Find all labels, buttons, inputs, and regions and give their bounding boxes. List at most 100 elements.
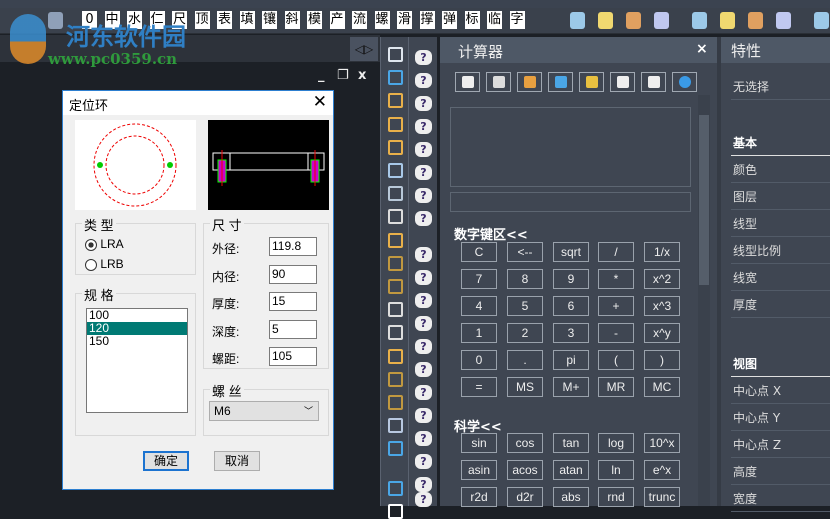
- spec-listbox[interactable]: 100 120 150: [86, 308, 188, 413]
- draw-order2-icon[interactable]: [388, 504, 403, 519]
- calc-key-M+[interactable]: M+: [553, 377, 589, 397]
- calc-key-atan[interactable]: atan: [553, 460, 589, 480]
- explode-icon[interactable]: [388, 418, 403, 434]
- calc-key-8[interactable]: 8: [507, 269, 543, 289]
- calc-key-=[interactable]: =: [461, 377, 497, 397]
- calculator-close-button[interactable]: ×: [696, 41, 708, 57]
- unknown-command-icon[interactable]: ?: [415, 211, 432, 226]
- property-row[interactable]: 线宽: [731, 264, 830, 291]
- toolbar-button-14[interactable]: 滑: [397, 11, 412, 29]
- calc-key-rnd[interactable]: rnd: [598, 487, 634, 507]
- property-row[interactable]: 宽度: [731, 485, 830, 512]
- unknown-command-icon[interactable]: ?: [415, 454, 432, 469]
- calc-key-)[interactable]: ): [644, 350, 680, 370]
- property-row[interactable]: 线型: [731, 210, 830, 237]
- calc-key-x^y[interactable]: x^y: [644, 323, 680, 343]
- copy-icon[interactable]: [388, 70, 403, 86]
- property-row[interactable]: 高度: [731, 458, 830, 485]
- offset-icon[interactable]: [388, 116, 403, 132]
- unknown-command-icon[interactable]: ?: [415, 73, 432, 88]
- angle-icon[interactable]: [610, 72, 635, 92]
- property-row[interactable]: 中心点 Z: [731, 431, 830, 458]
- calc-key-<--[interactable]: <--: [507, 242, 543, 262]
- size-field-input[interactable]: 5: [269, 319, 317, 339]
- bulb-yellow-icon[interactable]: [598, 12, 613, 29]
- calc-key-1/x[interactable]: 1/x: [644, 242, 680, 262]
- calc-key-ln[interactable]: ln: [598, 460, 634, 480]
- toolbar-button-17[interactable]: 标: [464, 11, 480, 29]
- toolbar-button-2[interactable]: 水: [127, 11, 142, 29]
- clear-icon[interactable]: [455, 72, 480, 92]
- toolbar-button-0[interactable]: 0: [82, 11, 97, 29]
- intersect-icon[interactable]: [641, 72, 666, 92]
- layers-icon[interactable]: [48, 12, 63, 29]
- draw-order-icon[interactable]: [388, 481, 403, 496]
- stretch-icon[interactable]: [388, 232, 403, 248]
- calc-key-abs[interactable]: abs: [553, 487, 589, 507]
- calc-key-.[interactable]: .: [507, 350, 543, 370]
- toolbar-button-13[interactable]: 螺: [374, 11, 390, 29]
- calc-key-asin[interactable]: asin: [461, 460, 497, 480]
- unknown-command-icon[interactable]: ?: [415, 293, 432, 308]
- dialog-close-button[interactable]: ✕: [313, 92, 327, 112]
- bulb-icon[interactable]: [570, 12, 585, 29]
- calculator-scroll-thumb[interactable]: [699, 115, 709, 285]
- fillet-icon[interactable]: [388, 395, 403, 410]
- panel-collapse-arrows[interactable]: ◁▷: [350, 37, 378, 61]
- ok-button[interactable]: 确定: [143, 451, 189, 471]
- attach-icon[interactable]: [720, 12, 735, 29]
- size-field-input[interactable]: 105: [269, 347, 317, 366]
- calc-key-MC[interactable]: MC: [644, 377, 680, 397]
- array-icon[interactable]: [388, 139, 403, 155]
- unknown-command-icon[interactable]: ?: [415, 316, 432, 331]
- calc-key-log[interactable]: log: [598, 433, 634, 453]
- pair-icon[interactable]: [748, 12, 763, 29]
- property-row[interactable]: 颜色: [731, 156, 830, 183]
- toolbar-button-9[interactable]: 斜: [284, 11, 300, 29]
- property-row[interactable]: 中心点 Y: [731, 404, 830, 431]
- mirror-icon[interactable]: [388, 93, 403, 109]
- unknown-command-icon[interactable]: ?: [415, 96, 432, 111]
- calc-key-pi[interactable]: pi: [553, 350, 589, 370]
- calc-key-acos[interactable]: acos: [507, 460, 543, 480]
- unknown-command-icon[interactable]: ?: [415, 431, 432, 446]
- unknown-command-icon[interactable]: ?: [415, 408, 432, 423]
- close-drawing-button[interactable]: x: [358, 68, 366, 83]
- toolbar-button-4[interactable]: 尺: [172, 11, 187, 29]
- unknown-command-icon[interactable]: ?: [415, 188, 432, 203]
- unknown-command-icon[interactable]: ?: [415, 270, 432, 285]
- unknown-command-icon[interactable]: ?: [415, 247, 432, 262]
- calc-key-tan[interactable]: tan: [553, 433, 589, 453]
- radio-lra[interactable]: LRA: [85, 237, 124, 251]
- calc-key-e^x[interactable]: e^x: [644, 460, 680, 480]
- toolbar-button-11[interactable]: 产: [329, 11, 345, 29]
- toolbar-button-12[interactable]: 流: [352, 11, 367, 29]
- unknown-command-icon[interactable]: ?: [415, 385, 432, 400]
- unknown-command-icon[interactable]: ?: [415, 50, 432, 65]
- unknown-command-icon[interactable]: ?: [415, 362, 432, 377]
- calc-key-3[interactable]: 3: [553, 323, 589, 343]
- toolbar-button-10[interactable]: 模: [307, 11, 322, 29]
- toolbar-button-18[interactable]: 临: [487, 11, 502, 29]
- calc-key-MR[interactable]: MR: [598, 377, 634, 397]
- text-a2-icon[interactable]: [776, 12, 791, 29]
- numpad-section-toggle[interactable]: 数字键区<<: [454, 224, 528, 243]
- calc-key-trunc[interactable]: trunc: [644, 487, 680, 507]
- property-row[interactable]: 厚度: [731, 291, 830, 318]
- help-icon[interactable]: [672, 72, 697, 92]
- unknown-command-icon[interactable]: ?: [415, 119, 432, 134]
- calc-key-1[interactable]: 1: [461, 323, 497, 343]
- pick-point-icon[interactable]: [548, 72, 573, 92]
- calculator-input[interactable]: [450, 192, 691, 212]
- toolbar-button-16[interactable]: 弹: [442, 11, 457, 29]
- rotate-icon[interactable]: [388, 186, 403, 202]
- unknown-command-icon[interactable]: ?: [415, 165, 432, 180]
- calc-key-sin[interactable]: sin: [461, 433, 497, 453]
- toolbar-button-7[interactable]: 填: [239, 11, 255, 29]
- calc-key-0[interactable]: 0: [461, 350, 497, 370]
- thread-select[interactable]: M6 ﹀: [209, 401, 319, 421]
- size-field-input[interactable]: 90: [269, 264, 317, 284]
- calc-key-7[interactable]: 7: [461, 269, 497, 289]
- calc-key-([interactable]: (: [598, 350, 634, 370]
- property-section-0[interactable]: 基本: [731, 129, 830, 156]
